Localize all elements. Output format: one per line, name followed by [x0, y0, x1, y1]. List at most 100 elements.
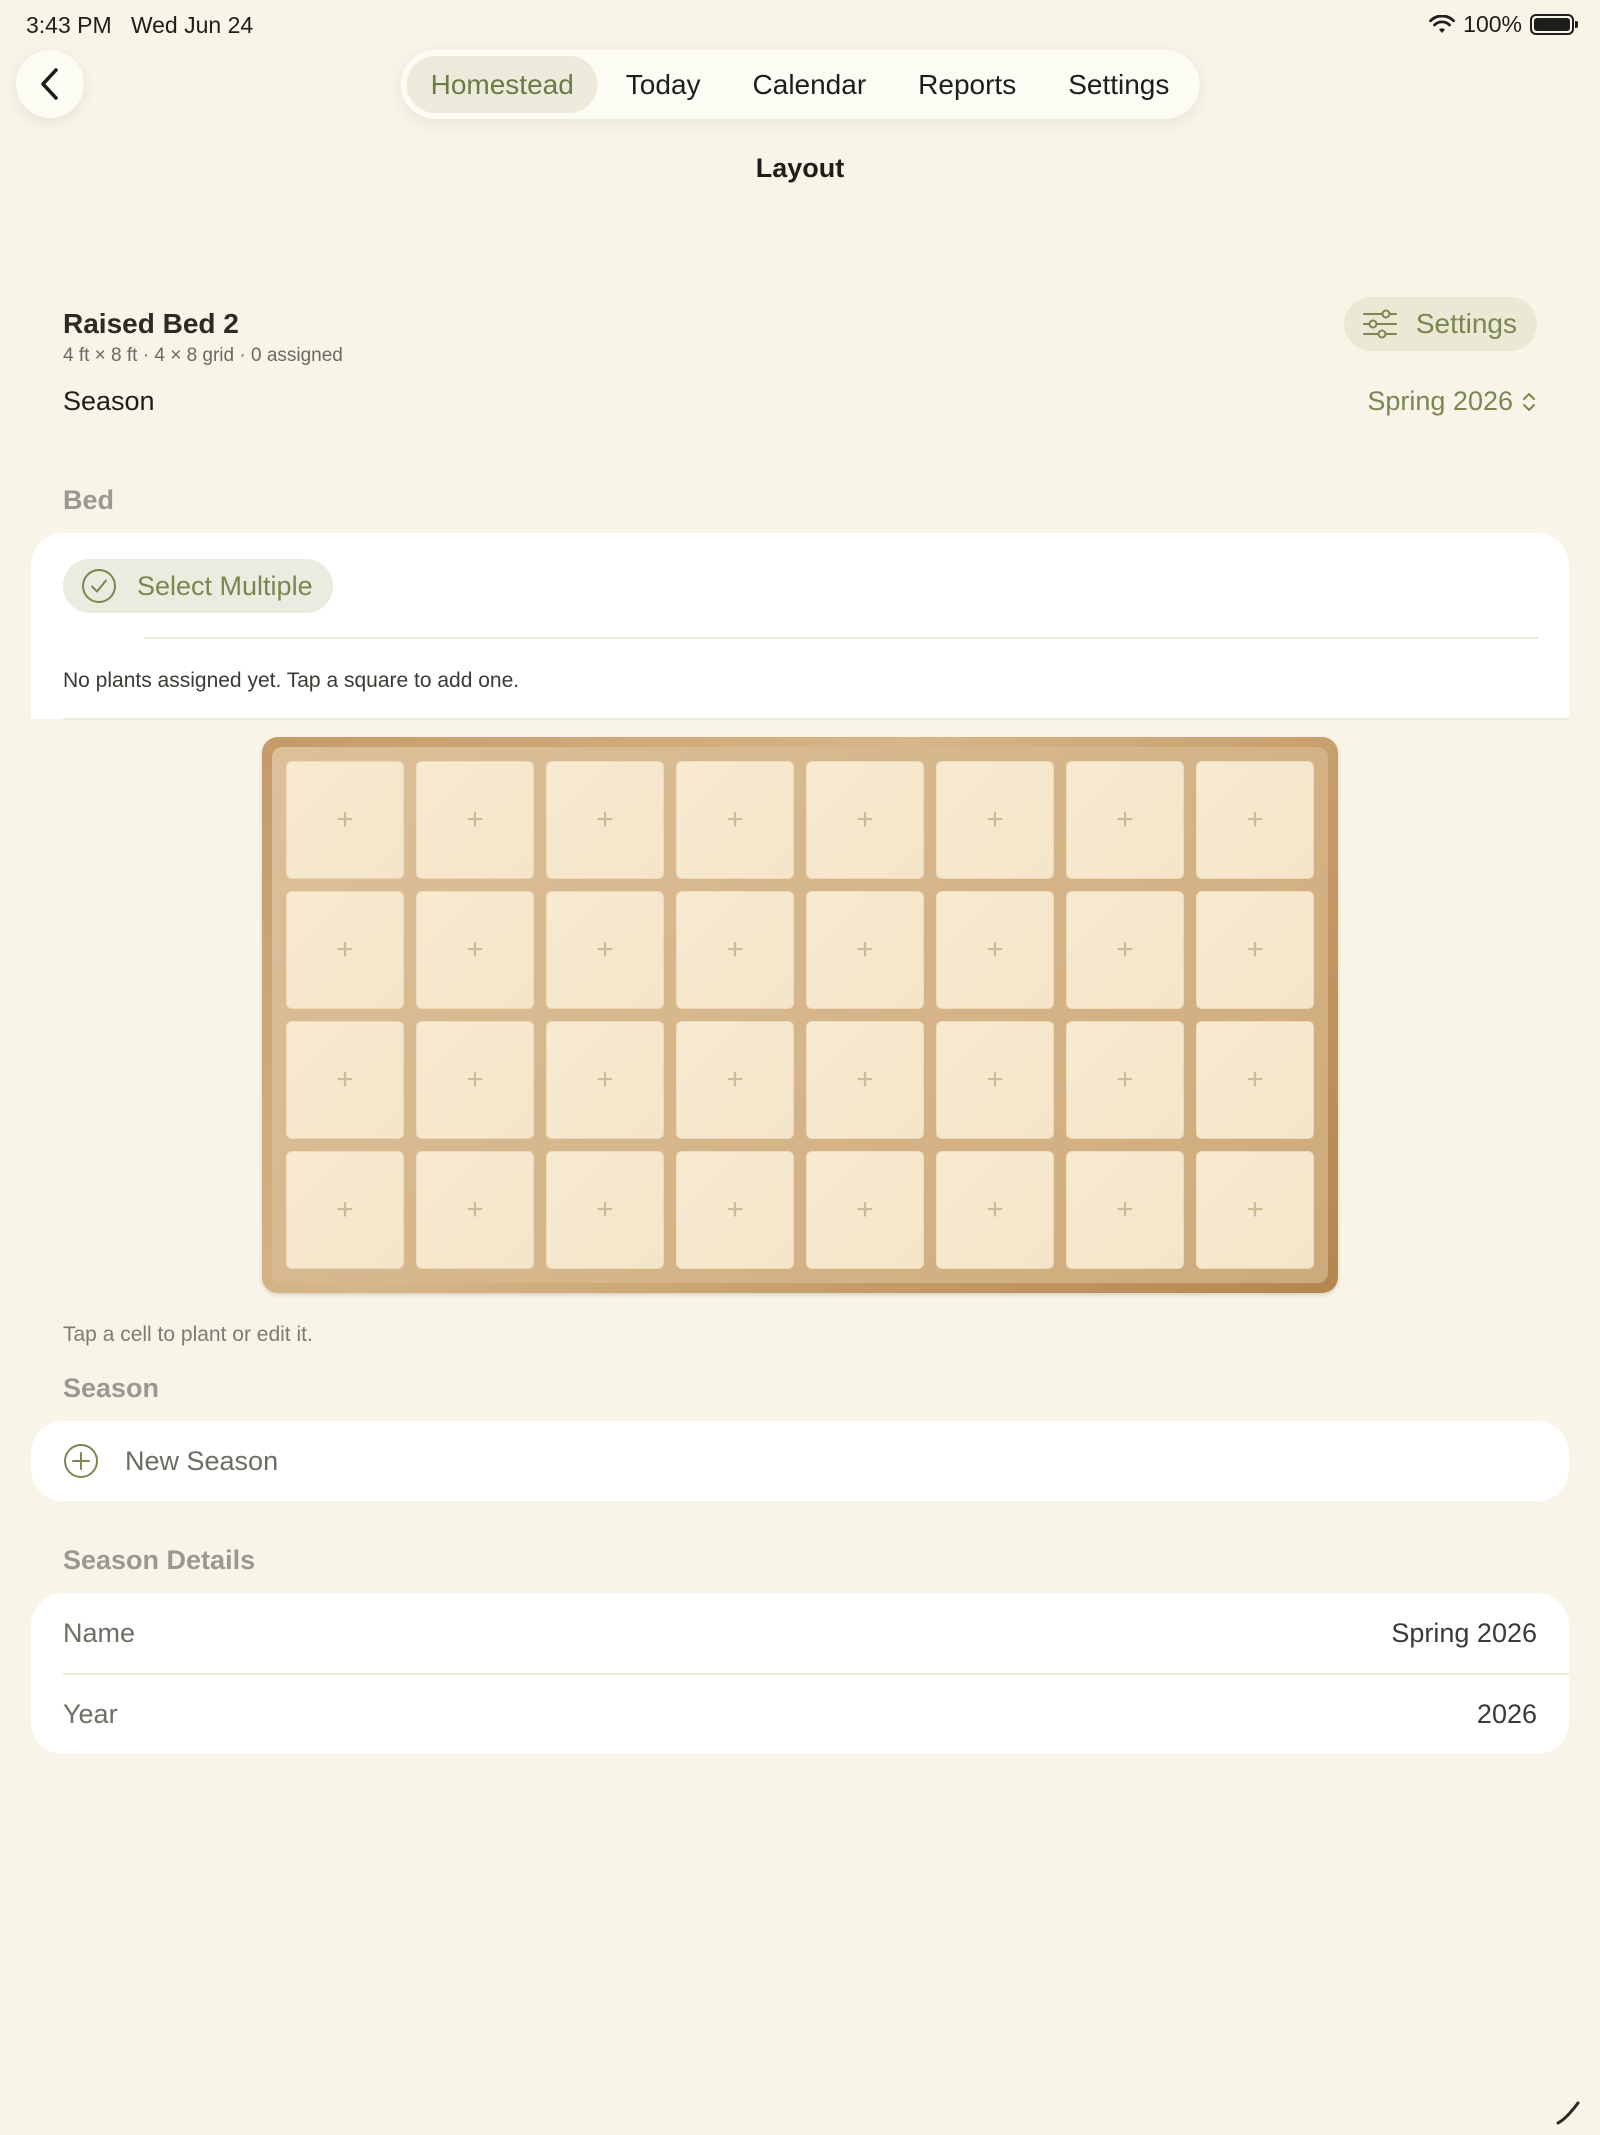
detail-row-year[interactable]: Year 2026 — [63, 1674, 1537, 1754]
bed-section-header: Bed — [63, 485, 115, 515]
plus-icon: + — [596, 803, 614, 836]
plus-circle-icon — [64, 1444, 98, 1478]
bed-cell[interactable]: + — [936, 1151, 1054, 1269]
back-button[interactable] — [16, 50, 84, 118]
grid-hint: Tap a cell to plant or edit it. — [63, 1323, 313, 1346]
plus-icon: + — [466, 1193, 484, 1226]
bed-cell[interactable]: + — [416, 1021, 534, 1139]
bed-cell[interactable]: + — [676, 1151, 794, 1269]
bed-cell[interactable]: + — [286, 891, 404, 1009]
bed-cell[interactable]: + — [1196, 1021, 1314, 1139]
bed-cell[interactable]: + — [546, 1021, 664, 1139]
tab-calendar[interactable]: Calendar — [729, 56, 891, 113]
sliders-icon — [1362, 309, 1397, 339]
bed-cell[interactable]: + — [546, 1151, 664, 1269]
bed-cell[interactable]: + — [806, 1151, 924, 1269]
plus-icon: + — [726, 803, 744, 836]
detail-name-value: Spring 2026 — [1391, 1617, 1537, 1648]
detail-row-name[interactable]: Name Spring 2026 — [63, 1593, 1537, 1673]
bed-cell[interactable]: + — [806, 1021, 924, 1139]
select-multiple-label: Select Multiple — [137, 570, 313, 601]
plus-icon: + — [1116, 803, 1134, 836]
bed-cell[interactable]: + — [806, 761, 924, 879]
bed-cell[interactable]: + — [936, 1021, 1054, 1139]
plus-icon: + — [1246, 803, 1264, 836]
new-season-label: New Season — [125, 1445, 279, 1476]
bed-cell[interactable]: + — [286, 761, 404, 879]
season-picker-value: Spring 2026 — [1367, 386, 1513, 416]
chevron-up-down-icon — [1523, 392, 1535, 411]
bed-subtitle: 4 ft × 8 ft · 4 × 8 grid · 0 assigned — [63, 345, 343, 366]
tab-today[interactable]: Today — [602, 56, 725, 113]
detail-year-label: Year — [63, 1698, 118, 1729]
checkmark-circle-icon — [82, 569, 116, 603]
plus-icon: + — [596, 1063, 614, 1096]
wifi-icon — [1429, 14, 1456, 33]
detail-year-value: 2026 — [1476, 1698, 1537, 1729]
bed-cell[interactable]: + — [1066, 761, 1184, 879]
plus-icon: + — [856, 1193, 874, 1226]
pencil-hover-icon — [1556, 2101, 1580, 2125]
bed-cell[interactable]: + — [1066, 1151, 1184, 1269]
divider — [63, 718, 1569, 720]
plus-icon: + — [986, 1063, 1004, 1096]
bed-card: Select Multiple No plants assigned yet. … — [31, 533, 1569, 719]
plus-icon: + — [596, 933, 614, 966]
new-season-button[interactable]: New Season — [31, 1421, 1569, 1501]
bed-cell[interactable]: + — [1196, 1151, 1314, 1269]
battery-icon — [1530, 14, 1578, 35]
plus-icon: + — [336, 1063, 354, 1096]
plus-icon: + — [856, 933, 874, 966]
bed-cell[interactable]: + — [676, 1021, 794, 1139]
bed-cell[interactable]: + — [806, 891, 924, 1009]
bed-cell[interactable]: + — [676, 891, 794, 1009]
status-indicators: 100% — [1429, 11, 1578, 38]
plus-icon: + — [336, 1193, 354, 1226]
plus-icon: + — [466, 803, 484, 836]
bed-cell[interactable]: + — [416, 761, 534, 879]
tab-reports[interactable]: Reports — [894, 56, 1040, 113]
plus-icon: + — [466, 933, 484, 966]
season-label: Season — [63, 386, 155, 416]
bed-cell[interactable]: + — [416, 1151, 534, 1269]
tab-settings[interactable]: Settings — [1044, 56, 1193, 113]
plus-icon: + — [336, 933, 354, 966]
plus-icon: + — [1116, 1063, 1134, 1096]
bed-cell[interactable]: + — [286, 1151, 404, 1269]
plus-icon: + — [1116, 1193, 1134, 1226]
bed-cell[interactable]: + — [546, 761, 664, 879]
empty-state-message: No plants assigned yet. Tap a square to … — [63, 669, 520, 692]
plus-icon: + — [986, 803, 1004, 836]
bed-settings-button[interactable]: Settings — [1343, 297, 1537, 351]
bed-cell[interactable]: + — [676, 761, 794, 879]
divider — [144, 637, 1538, 639]
status-time: 3:43 PM Wed Jun 24 — [26, 12, 253, 39]
season-details-card: Name Spring 2026 Year 2026 — [31, 1593, 1569, 1754]
plus-icon: + — [336, 803, 354, 836]
status-clock: 3:43 PM — [26, 12, 112, 38]
bed-cell[interactable]: + — [936, 761, 1054, 879]
bed-cell[interactable]: + — [286, 1021, 404, 1139]
select-multiple-button[interactable]: Select Multiple — [63, 559, 333, 613]
bed-cell[interactable]: + — [1066, 891, 1184, 1009]
plus-icon: + — [726, 1193, 744, 1226]
raised-bed-frame: + + + + + + + + + + + + + + + + + + + + + + + + + + + + + + + + — [262, 737, 1338, 1293]
bed-cell[interactable]: + — [1196, 891, 1314, 1009]
tab-homestead[interactable]: Homestead — [406, 56, 598, 113]
bed-cell[interactable]: + — [416, 891, 534, 1009]
plus-icon: + — [856, 803, 874, 836]
plus-icon: + — [856, 1063, 874, 1096]
plus-icon: + — [726, 933, 744, 966]
plus-icon: + — [986, 933, 1004, 966]
detail-name-label: Name — [63, 1617, 136, 1648]
bed-cell[interactable]: + — [546, 891, 664, 1009]
plus-icon: + — [726, 1063, 744, 1096]
plus-icon: + — [596, 1193, 614, 1226]
plus-icon: + — [986, 1193, 1004, 1226]
bed-cell[interactable]: + — [1196, 761, 1314, 879]
season-picker[interactable]: Spring 2026 — [1367, 386, 1537, 417]
status-date: Wed Jun 24 — [130, 12, 254, 38]
bed-cell[interactable]: + — [936, 891, 1054, 1009]
plus-icon: + — [1246, 1193, 1264, 1226]
bed-cell[interactable]: + — [1066, 1021, 1184, 1139]
